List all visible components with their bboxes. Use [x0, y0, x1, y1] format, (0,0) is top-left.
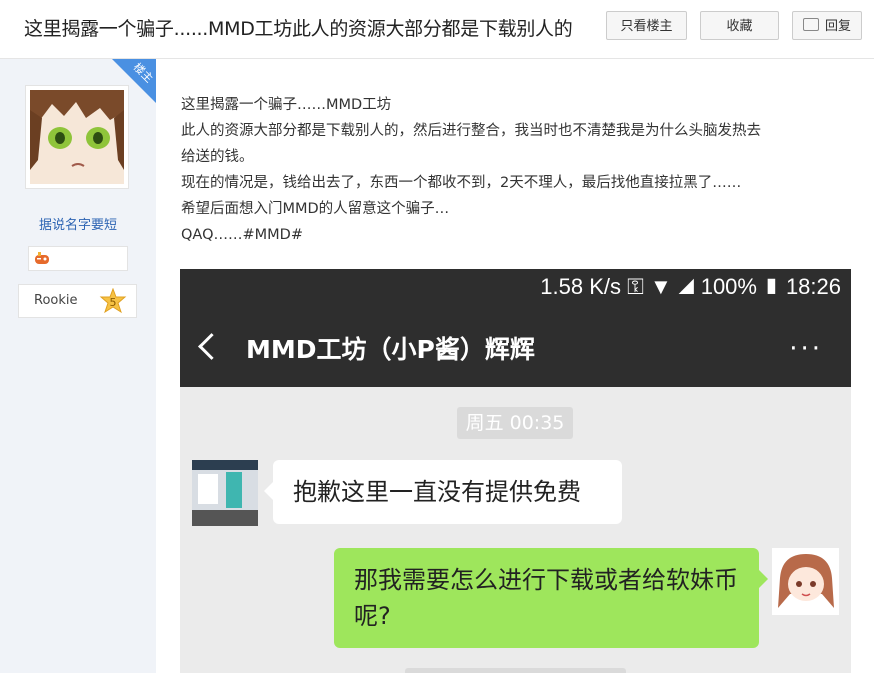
more-icon: ···	[789, 334, 823, 364]
reply-label: 回复	[824, 19, 851, 34]
level-name: Rookie	[34, 293, 78, 308]
post-line: 希望后面想入门MMD的人留意这个骗子…	[181, 201, 450, 217]
seller-avatar	[192, 460, 258, 526]
next-timestamp-pill	[405, 668, 626, 673]
post-line: 现在的情况是，钱给出去了，东西一个都收不到，2天不理人，最后找他直接拉黑了……	[181, 175, 742, 191]
gamepad-badge-icon[interactable]	[34, 252, 50, 265]
phone-status-bar: 1.58 K/s ⚿ ▼ ◢ 100% ▮ 18:26	[180, 269, 851, 311]
incoming-message: 抱歉这里一直没有提供免费	[264, 460, 622, 524]
status-text: 1.58 K/s ⚿ ▼ ◢ 100% ▮ 18:26	[540, 274, 841, 299]
favorite-button[interactable]: 收藏	[700, 11, 779, 40]
post-body: 这里揭露一个骗子……MMD工坊 此人的资源大部分都是下载别人的，然后进行整合，我…	[181, 92, 861, 248]
chat-title-bar: MMD工坊（小P酱）辉辉 ···	[180, 311, 851, 387]
embedded-chat-screenshot[interactable]: 1.58 K/s ⚿ ▼ ◢ 100% ▮ 18:26 MMD工坊（小P酱）辉辉…	[180, 269, 851, 673]
chat-title: MMD工坊（小P酱）辉辉	[246, 335, 535, 364]
outgoing-message: 那我需要怎么进行下载或者给软妹币呢?	[334, 548, 768, 648]
level-number: 5	[110, 296, 117, 309]
comment-icon	[802, 18, 819, 31]
level-star-icon: 5	[99, 288, 127, 314]
badge-box	[28, 246, 128, 271]
buyer-avatar	[772, 548, 839, 615]
thread-title: 这里揭露一个骗子......MMD工坊此人的资源大部分都是下载别人的	[24, 18, 573, 40]
post-line: 此人的资源大部分都是下载别人的，然后进行整合，我当时也不清楚我是为什么头脑发热去	[181, 123, 761, 139]
only-op-button[interactable]: 只看楼主	[606, 11, 687, 40]
post-line: 这里揭露一个骗子……MMD工坊	[181, 97, 392, 113]
post-line: 给送的钱。	[181, 149, 254, 165]
chat-timestamp: 周五 00:35	[457, 407, 573, 439]
level-badge[interactable]: Rookie 5	[18, 284, 137, 318]
author-avatar[interactable]	[25, 85, 129, 189]
author-name[interactable]: 据说名字要短	[0, 214, 156, 233]
avatar-image	[30, 90, 124, 184]
thread-header: 这里揭露一个骗子......MMD工坊此人的资源大部分都是下载别人的 只看楼主 …	[0, 0, 874, 59]
back-arrow-icon	[198, 333, 225, 360]
post-line: QAQ……#MMD#	[181, 227, 303, 243]
reply-button[interactable]: 回复	[792, 11, 862, 40]
